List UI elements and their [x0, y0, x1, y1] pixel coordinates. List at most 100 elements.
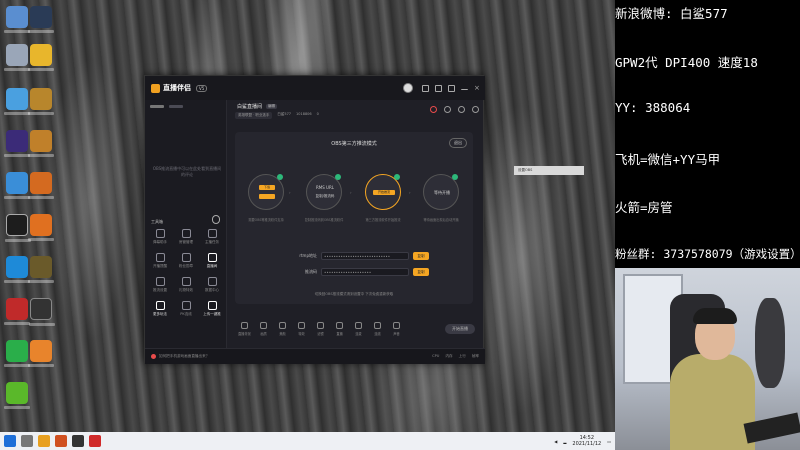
bottom-tool-icon — [241, 322, 248, 329]
copy-push-code-button[interactable]: 复制 — [413, 268, 429, 276]
bottom-tool-label: 特效 — [298, 332, 305, 336]
desktop-icon-wechat[interactable] — [4, 340, 30, 367]
live-companion-window: 直播伴侣 V5 × OBS推流直播中可以在此处看到直播间的评论 工具箱 弹幕助手… — [144, 75, 485, 364]
tool-item[interactable]: 弹幕助手 — [147, 229, 173, 245]
share-screen-icon[interactable] — [444, 106, 451, 113]
desktop-icon-game-d[interactable] — [28, 214, 54, 241]
tool-label: 粉丝勋章 — [179, 264, 193, 268]
taskbar-app-icon[interactable] — [72, 435, 84, 447]
notification-icon[interactable]: ▭ — [607, 439, 611, 444]
tool-item[interactable]: 数据中心 — [199, 277, 225, 293]
bottom-tool[interactable]: 声音 — [387, 322, 406, 336]
skin-icon[interactable] — [435, 84, 442, 92]
bottom-tool[interactable]: 滤镜 — [311, 322, 330, 336]
tool-item[interactable]: PK连线 — [173, 301, 199, 317]
desktop-icon-green[interactable] — [4, 382, 30, 409]
tool-item[interactable]: 开播提醒 — [147, 253, 173, 269]
desktop-icon-app-yellow[interactable] — [28, 44, 54, 71]
user-avatar[interactable] — [403, 83, 413, 93]
download-button[interactable]: 下载 — [259, 185, 275, 190]
tool-label: 礼物特效 — [179, 288, 193, 292]
bottom-tool[interactable]: 直播 — [330, 322, 349, 336]
taskbar-app-icon[interactable] — [21, 435, 33, 447]
tool-label: 更多玩法 — [153, 312, 167, 316]
header-icons — [430, 106, 479, 113]
copy-push-code-label[interactable]: 复制/推流码 — [307, 194, 343, 199]
taskbar-app-icon[interactable] — [55, 435, 67, 447]
gift-icon — [181, 277, 191, 286]
room-title[interactable]: 白鲨直播间 — [237, 103, 262, 110]
desktop-icon-recycle[interactable] — [4, 44, 30, 71]
clock[interactable]: 14:52 2021/11/12 — [572, 435, 601, 447]
start-push-button[interactable]: 开始推流 — [373, 190, 395, 195]
desktop-icon-edge[interactable] — [4, 256, 30, 283]
status-message[interactable]: 如何把手机游戏画面直播出来？ — [151, 354, 209, 359]
step-done-badge — [277, 174, 283, 180]
desktop-icon-game-e[interactable] — [28, 256, 54, 283]
message-icon[interactable] — [422, 84, 429, 92]
copy-rtmp-button[interactable]: 复制 — [413, 252, 429, 260]
desktop-icon-red[interactable] — [4, 298, 30, 325]
hot-count: 0 — [316, 112, 319, 116]
step-download: 下载 — [248, 174, 284, 210]
desktop-icon-steam[interactable] — [28, 6, 54, 33]
bottom-tool-label: 声音 — [393, 332, 400, 336]
bottom-tool[interactable]: 特效 — [292, 322, 311, 336]
desktop-icon-tv[interactable] — [4, 88, 30, 115]
room-category[interactable]: 英雄联盟 · 职业选手 — [235, 112, 273, 119]
tool-item[interactable]: 房管管理 — [173, 229, 199, 245]
sidebar-tab[interactable] — [150, 105, 164, 108]
record-icon[interactable] — [430, 106, 437, 113]
sidebar: OBS推流直播中可以在此处看到直播间的评论 工具箱 弹幕助手 房管管理 主播任务 开播… — [145, 100, 227, 348]
bottom-tool[interactable]: 直播背景 — [235, 322, 254, 336]
minimize-icon[interactable] — [461, 86, 468, 90]
menu-icon[interactable] — [448, 84, 455, 92]
exit-mode-button[interactable]: 退出 — [449, 138, 467, 148]
push-code-label: 推流码 — [305, 269, 317, 274]
window-controls: × — [403, 83, 481, 93]
desktop-icon-orange[interactable] — [28, 340, 54, 367]
tool-item[interactable]: 更多玩法 — [147, 301, 173, 317]
tool-item[interactable]: 直播间 — [199, 253, 225, 269]
desktop-icon-game-a[interactable] — [4, 130, 30, 157]
tool-item[interactable]: 主播任务 — [199, 229, 225, 245]
bottom-tool[interactable]: 美颜 — [273, 322, 292, 336]
settings-icon[interactable] — [458, 106, 465, 113]
tool-item[interactable]: 礼物特效 — [173, 277, 199, 293]
share-icon[interactable] — [472, 106, 479, 113]
desktop-icon-game-c[interactable] — [28, 172, 54, 199]
taskbar-app-icon[interactable] — [38, 435, 50, 447]
volume-icon[interactable]: ◀ — [554, 439, 557, 444]
tool-item[interactable]: 上传一键推 — [199, 301, 225, 317]
start-icon[interactable] — [4, 435, 16, 447]
taskbar-app-icon[interactable] — [89, 435, 101, 447]
tool-label: 推流设置 — [153, 288, 167, 292]
bottom-tool-icon — [317, 322, 324, 329]
info-fans-group: 粉丝群: 3737578079（游戏设置） — [615, 247, 800, 261]
push-code-input[interactable]: •••••••••••••••••••• — [321, 268, 409, 276]
status-text: 如何把手机游戏画面直播出来？ — [159, 354, 210, 358]
tool-item[interactable]: 粉丝勋章 — [173, 253, 199, 269]
close-icon[interactable]: × — [474, 84, 481, 92]
tool-item[interactable]: 推流设置 — [147, 277, 173, 293]
desktop-icon-game-f[interactable] — [29, 298, 55, 326]
bottom-tool[interactable]: 画质 — [254, 322, 273, 336]
desktop-icon-game-b[interactable] — [28, 130, 54, 157]
desktop-icon-computer[interactable] — [4, 6, 30, 33]
edit-tag[interactable]: 编辑 — [266, 104, 278, 109]
start-live-button[interactable]: 开始直播 — [445, 324, 475, 334]
network-icon[interactable]: ▂ — [563, 439, 566, 444]
tools-toggle-icon[interactable] — [212, 215, 220, 224]
version-badge[interactable]: V5 — [196, 84, 208, 92]
helper-text: 切换回OBS推流模式请到设置中 下次免费重新获取 — [314, 292, 394, 296]
bottom-tool[interactable]: 连麦 — [349, 322, 368, 336]
clock-date: 2021/11/12 — [572, 441, 602, 447]
bottom-tool[interactable]: 连线 — [368, 322, 387, 336]
admin-icon — [181, 229, 191, 238]
desktop-icon-folder[interactable] — [4, 172, 30, 199]
sidebar-tab[interactable] — [169, 105, 183, 108]
desktop-icon-lol[interactable] — [28, 88, 54, 115]
desktop-icon-logitech[interactable] — [5, 214, 31, 242]
download-button-alt[interactable] — [259, 194, 275, 199]
rtmp-input[interactable]: •••••••••••••••••••••••••••• — [321, 252, 409, 260]
